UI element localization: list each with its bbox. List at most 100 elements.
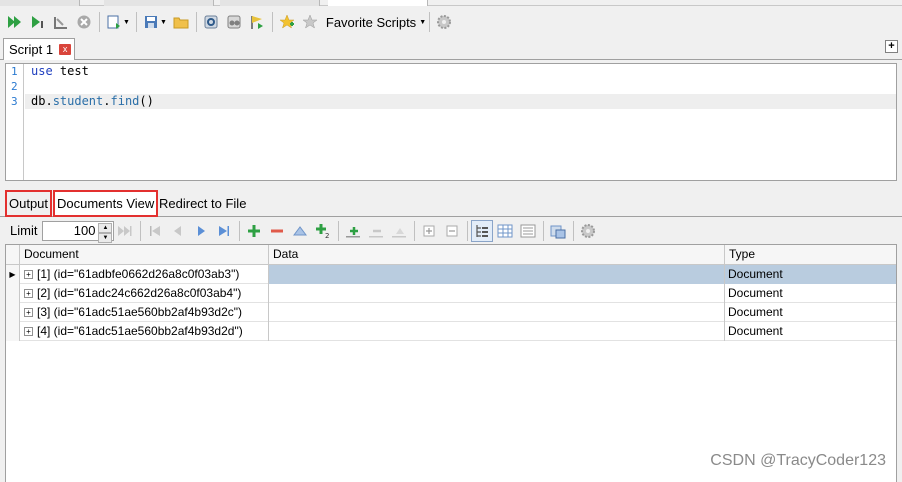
add-tab-button[interactable]: +	[885, 40, 898, 53]
settings-button[interactable]	[433, 11, 455, 33]
run-all-button[interactable]	[4, 11, 26, 33]
row-indicator	[6, 284, 20, 303]
stop-icon	[77, 15, 91, 29]
table-view-icon	[497, 224, 513, 237]
add-field-icon	[346, 226, 361, 237]
code-line[interactable]	[25, 79, 896, 94]
last-button[interactable]	[213, 220, 235, 242]
save-icon	[144, 16, 157, 28]
script-editor[interactable]: 1 2 3 use test db.student.find()	[5, 63, 897, 181]
new-script-button[interactable]	[103, 11, 125, 33]
type-cell[interactable]: Document	[725, 284, 896, 303]
table-row[interactable]: + [2] (id="61adc24c662d26a8c0f03ab4") Doc…	[6, 284, 896, 303]
grid-settings-button[interactable]	[577, 220, 599, 242]
column-header-data[interactable]: Data	[269, 245, 725, 264]
text-view-icon	[520, 224, 536, 237]
stop-button[interactable]	[73, 11, 95, 33]
type-cell[interactable]: Document	[725, 322, 896, 341]
gear-icon	[437, 15, 452, 29]
text-view-button[interactable]	[517, 220, 539, 242]
spin-down-icon[interactable]: ▼	[98, 232, 113, 243]
plus-icon	[248, 224, 261, 237]
table-row[interactable]: + [4] (id="61adc51ae560bb2af4b93d2d") Doc…	[6, 322, 896, 341]
code-area[interactable]: use test db.student.find()	[25, 64, 896, 180]
document-id: [3] (id="61adc51ae560bb2af4b93d2c")	[37, 305, 243, 319]
spin-up-icon[interactable]: ▲	[98, 222, 113, 233]
export-button[interactable]	[547, 220, 569, 242]
tree-view-icon	[476, 224, 489, 237]
expand-icon[interactable]: +	[24, 289, 33, 298]
data-cell[interactable]	[269, 322, 725, 341]
remove-field-button[interactable]	[365, 220, 387, 242]
code-line[interactable]: use test	[25, 64, 896, 79]
row-indicator-icon: ▶	[6, 265, 20, 284]
window-tab-fragment[interactable]	[220, 0, 320, 6]
table-row[interactable]: + [3] (id="61adc51ae560bb2af4b93d2c") Doc…	[6, 303, 896, 322]
chevron-down-icon[interactable]: ▼	[160, 19, 167, 26]
binoculars-icon	[204, 15, 218, 29]
document-cell[interactable]: + [1] (id="61adbfe0662d26a8c0f03ab3")	[20, 265, 269, 284]
first-button[interactable]	[144, 220, 166, 242]
type-cell[interactable]: Document	[725, 265, 896, 284]
expand-icon[interactable]: +	[24, 308, 33, 317]
data-cell[interactable]	[269, 284, 725, 303]
edit-field-button[interactable]	[388, 220, 410, 242]
tab-output[interactable]: Output	[5, 190, 53, 217]
window-tab-fragment[interactable]	[328, 0, 428, 6]
favorite-scripts-label: Favorite Scripts	[325, 14, 417, 30]
add-favorite-button[interactable]	[276, 11, 298, 33]
find-next-button[interactable]	[223, 11, 245, 33]
save-button[interactable]	[140, 11, 162, 33]
tree-view-button[interactable]	[471, 219, 494, 242]
document-cell[interactable]: + [4] (id="61adc51ae560bb2af4b93d2d")	[20, 322, 269, 341]
add-document-button[interactable]	[243, 220, 265, 242]
document-cell[interactable]: + [2] (id="61adc24c662d26a8c0f03ab4")	[20, 284, 269, 303]
code-dot: .	[45, 94, 53, 108]
previous-button[interactable]	[167, 220, 189, 242]
open-button[interactable]	[170, 11, 192, 33]
chevron-down-icon: ▼	[419, 18, 427, 26]
limit-stepper[interactable]: 100 ▲ ▼	[42, 220, 115, 243]
run-statement-button[interactable]	[27, 11, 49, 33]
document-cell[interactable]: + [3] (id="61adc51ae560bb2af4b93d2c")	[20, 303, 269, 322]
next-button[interactable]	[190, 220, 212, 242]
column-header-type[interactable]: Type	[725, 245, 896, 264]
column-header-document[interactable]: Document	[20, 245, 269, 264]
run-statement-icon	[32, 16, 43, 28]
script-tab-bar: Script 1 x +	[0, 37, 902, 60]
add-field-button[interactable]	[342, 220, 364, 242]
code-method: find	[110, 94, 140, 108]
tab-script-1[interactable]: Script 1 x	[3, 38, 75, 60]
chevron-down-icon[interactable]: ▼	[123, 19, 130, 26]
expand-icon[interactable]: +	[24, 270, 33, 279]
star-icon	[302, 14, 318, 29]
expand-icon[interactable]: +	[24, 327, 33, 336]
code-line-current[interactable]: db.student.find()	[25, 94, 896, 109]
favorite-scripts-dropdown[interactable]: Favorite Scripts ▼	[326, 15, 426, 30]
find-button[interactable]	[200, 11, 222, 33]
minus-icon	[271, 229, 284, 232]
type-cell[interactable]: Document	[725, 303, 896, 322]
table-row[interactable]: ▶ + [1] (id="61adbfe0662d26a8c0f03ab3") D…	[6, 265, 896, 284]
step-button[interactable]	[50, 11, 72, 33]
previous-icon	[174, 225, 182, 236]
fast-forward-button[interactable]	[114, 220, 136, 242]
bookmark-button[interactable]	[246, 11, 268, 33]
gear-icon	[581, 223, 596, 238]
tab-redirect-to-file[interactable]: Redirect to File	[157, 190, 248, 217]
table-view-button[interactable]	[494, 220, 516, 242]
line-number-gutter: 1 2 3	[6, 64, 24, 180]
expand-all-button[interactable]	[418, 220, 440, 242]
limit-spinner[interactable]: ▲ ▼	[98, 222, 113, 243]
insert-duplicate-button[interactable]: 2	[312, 220, 334, 242]
close-icon[interactable]: x	[59, 44, 72, 55]
window-tab-fragment[interactable]	[104, 0, 214, 6]
data-cell[interactable]	[269, 303, 725, 322]
collapse-all-button[interactable]	[441, 220, 463, 242]
manage-favorites-button[interactable]	[299, 11, 321, 33]
delete-document-button[interactable]	[266, 220, 288, 242]
window-tab-fragment[interactable]	[0, 0, 80, 6]
edit-document-button[interactable]	[289, 220, 311, 242]
data-cell[interactable]	[269, 265, 725, 284]
tab-documents-view[interactable]: Documents View	[53, 190, 159, 217]
